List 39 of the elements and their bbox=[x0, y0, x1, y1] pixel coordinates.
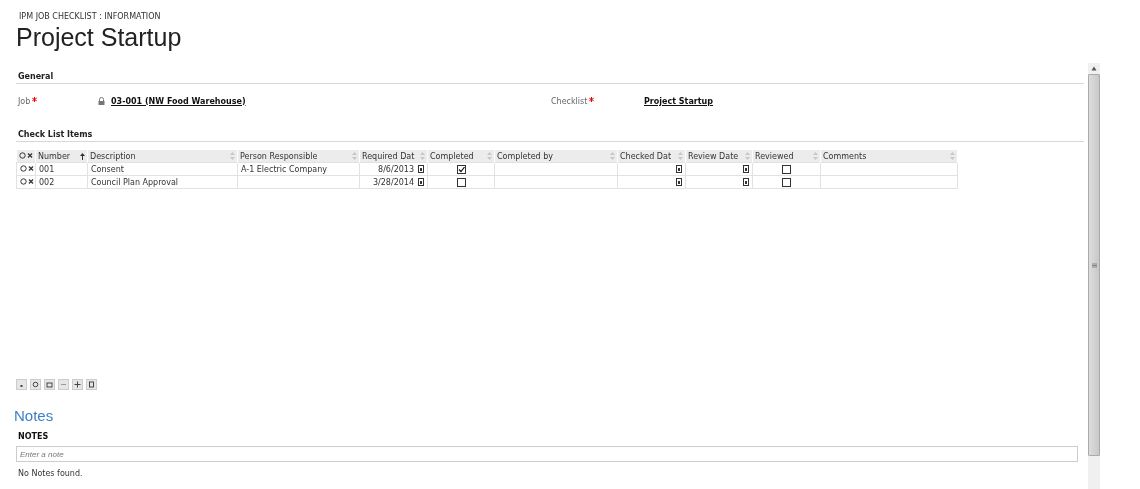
section-heading: General bbox=[16, 72, 1084, 84]
table-cell: A-1 Electric Company bbox=[241, 164, 328, 174]
field-value-link[interactable]: Project Startup bbox=[644, 96, 713, 106]
refresh-icon[interactable] bbox=[30, 379, 41, 390]
sort-ascending-icon[interactable] bbox=[80, 152, 85, 160]
table-cell: 8/6/2013 bbox=[378, 164, 414, 174]
checkbox[interactable] bbox=[782, 164, 791, 174]
grip-icon bbox=[1091, 262, 1097, 268]
calendar-icon[interactable] bbox=[743, 165, 749, 173]
empty-notes-text: No Notes found. bbox=[17, 469, 84, 478]
notes-heading: Notes bbox=[14, 407, 55, 424]
breadcrumb: IPM JOB CHECKLIST : INFORMATION bbox=[19, 12, 162, 21]
calendar-icon[interactable] bbox=[676, 165, 682, 173]
move-icon[interactable] bbox=[72, 379, 83, 390]
field-value-link[interactable]: 03-001 (NW Food Warehouse) bbox=[111, 96, 246, 106]
field-label: Job bbox=[18, 96, 98, 106]
notes-label: NOTES bbox=[17, 432, 50, 441]
calendar-icon[interactable] bbox=[743, 178, 749, 186]
checkbox[interactable] bbox=[782, 177, 791, 187]
row-actions-icon[interactable] bbox=[20, 177, 34, 185]
row-actions-icon bbox=[18, 151, 33, 159]
columns-icon[interactable] bbox=[86, 379, 97, 390]
checkbox[interactable] bbox=[456, 164, 466, 174]
field-label: Checklist bbox=[551, 96, 631, 106]
table-cell: Council Plan Approval bbox=[91, 177, 179, 187]
print-icon[interactable] bbox=[44, 379, 55, 390]
table-cell: 001 bbox=[39, 164, 55, 174]
section-heading: Check List Items bbox=[16, 130, 1084, 142]
table-cell: 3/28/2014 bbox=[372, 177, 414, 187]
page-title: Project Startup bbox=[16, 23, 183, 52]
calendar-icon[interactable] bbox=[676, 178, 682, 186]
calendar-icon[interactable] bbox=[418, 165, 424, 173]
calendar-icon[interactable] bbox=[418, 178, 424, 186]
table-cell: Consent bbox=[91, 164, 124, 174]
row-actions-icon[interactable] bbox=[20, 164, 34, 172]
note-input[interactable]: Enter a note bbox=[16, 446, 1078, 462]
scroll-up-icon[interactable] bbox=[1091, 66, 1097, 71]
checkbox[interactable] bbox=[456, 177, 466, 187]
table-cell: 002 bbox=[39, 177, 55, 187]
